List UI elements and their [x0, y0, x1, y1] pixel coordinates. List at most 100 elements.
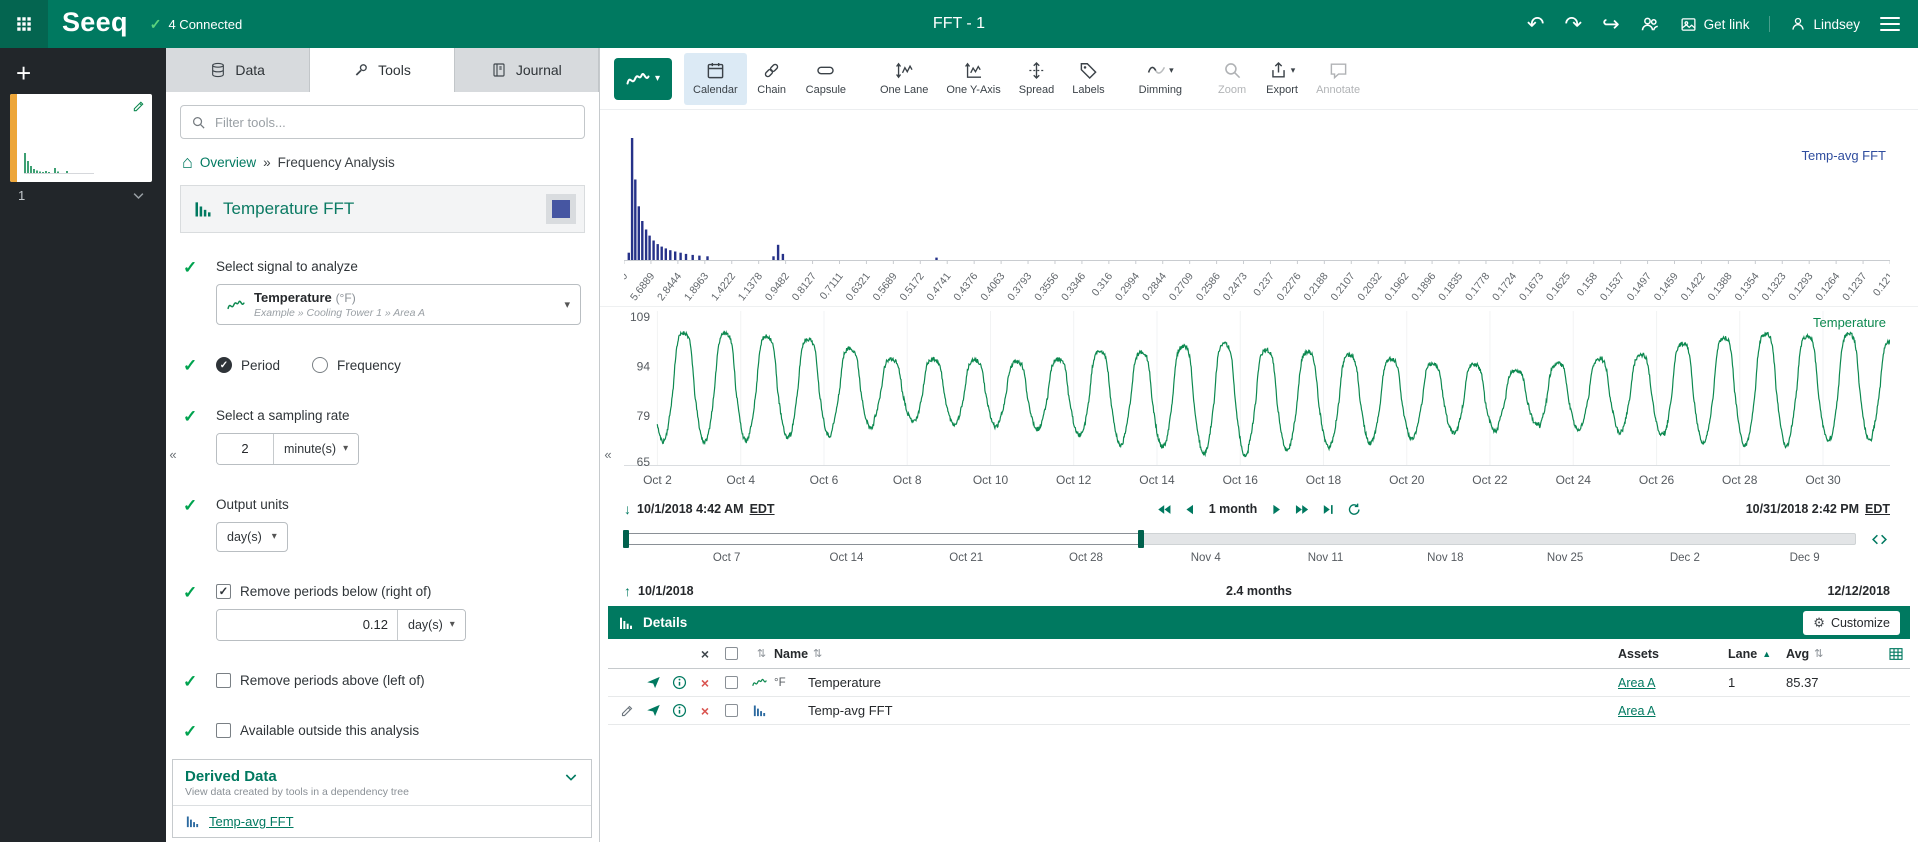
svg-text:0.3556: 0.3556 [1032, 270, 1061, 303]
signal-select-dropdown[interactable]: Temperature (°F) Example » Cooling Tower… [216, 284, 581, 325]
details-row-temp-avg-fft[interactable]: ×Temp-avg FFTArea A [608, 697, 1910, 725]
step-forward-full-icon[interactable] [1294, 502, 1309, 517]
investigate-range-duration: 2.4 months [1226, 584, 1292, 598]
share-icon[interactable]: ↪ [1602, 14, 1620, 35]
toolbar-button-one-lane[interactable]: One Lane [871, 53, 937, 105]
available-outside-checkbox[interactable]: Available outside this analysis [216, 723, 581, 738]
duration-label[interactable]: 1 month [1209, 502, 1258, 516]
step-back-icon[interactable] [1183, 502, 1198, 517]
user-menu[interactable]: Lindsey [1769, 16, 1860, 32]
toolbar-button-label: Annotate [1316, 84, 1360, 96]
column-settings-icon[interactable] [1888, 646, 1904, 662]
undo-icon[interactable]: ↶ [1527, 14, 1545, 35]
toolbar-button-label: Dimming [1139, 84, 1182, 96]
navigate-to-item-icon[interactable] [646, 703, 661, 718]
sampling-unit-select[interactable]: minute(s)▾ [273, 434, 358, 464]
output-units-select[interactable]: day(s)▾ [216, 522, 288, 552]
derived-data-header[interactable]: Derived Data [173, 760, 591, 786]
remove-all-header-icon[interactable]: × [692, 646, 718, 662]
lane-column-header[interactable]: Lane▲ [1728, 647, 1786, 661]
fft-lane[interactable]: 05.68892.84441.89631.42221.13780.94820.8… [600, 110, 1918, 306]
time-scrubber-selection[interactable] [625, 533, 1142, 545]
customize-label: Customize [1831, 616, 1890, 630]
asset-link[interactable]: Area A [1618, 676, 1656, 690]
timezone-link-start[interactable]: EDT [750, 502, 775, 516]
breadcrumb-overview-link[interactable]: Overview [200, 155, 256, 170]
item-info-icon[interactable] [672, 675, 687, 690]
toolbar-button-one-y-axis[interactable]: One Y-Axis [937, 53, 1009, 105]
step-forward-icon[interactable] [1268, 502, 1283, 517]
sort-name-icon[interactable]: ⇅ [813, 647, 822, 660]
new-worksheet-button[interactable]: + [16, 60, 42, 86]
remove-item-icon[interactable]: × [701, 704, 709, 718]
chart-type-button[interactable]: ▾ [614, 58, 672, 100]
scrubber-right-handle[interactable] [1138, 530, 1144, 548]
chevron-down-icon[interactable] [563, 769, 579, 785]
temperature-lane[interactable]: Oct 2Oct 4Oct 6Oct 8Oct 10Oct 12Oct 14Oc… [600, 306, 1918, 492]
caret-down-icon: ▾ [1169, 65, 1174, 76]
tab-data[interactable]: Data [166, 48, 310, 92]
details-row-temperature[interactable]: ×°FTemperatureArea A185.37 [608, 669, 1910, 697]
remove-above-checkbox[interactable]: Remove periods above (left of) [216, 673, 581, 688]
select-item-checkbox[interactable] [725, 704, 738, 717]
time-scrubber-track[interactable] [624, 533, 1856, 545]
item-info-icon[interactable] [672, 703, 687, 718]
toolbar-button-calendar[interactable]: Calendar [684, 53, 747, 105]
assets-column-header[interactable]: Assets [1618, 647, 1728, 661]
tab-tools[interactable]: Tools [310, 48, 454, 92]
sampling-rate-input[interactable] [217, 434, 273, 464]
remove-below-section: ✓ ✓ Remove periods below (right of) day(… [180, 584, 585, 641]
remove-below-unit-select[interactable]: day(s)▾ [397, 610, 465, 640]
toolbar-button-spread[interactable]: Spread [1010, 53, 1063, 105]
name-column-header[interactable]: Name [774, 647, 808, 661]
derived-item-link[interactable]: Temp-avg FFT [209, 814, 294, 829]
home-icon[interactable]: ⌂ [182, 153, 193, 171]
users-icon[interactable] [1640, 14, 1660, 34]
toolbar-button-labels[interactable]: Labels [1063, 53, 1113, 105]
fft-chart[interactable]: 05.68892.84441.89631.42221.13780.94820.8… [624, 110, 1890, 306]
connection-status[interactable]: ✓ 4 Connected [150, 16, 242, 33]
app-launcher-button[interactable] [0, 0, 48, 48]
svg-text:Oct 22: Oct 22 [1472, 473, 1508, 487]
timezone-link-end[interactable]: EDT [1865, 502, 1890, 516]
toolbar-button-dimming[interactable]: ▾ Dimming [1130, 53, 1191, 105]
caret-down-icon: ▾ [564, 298, 570, 311]
navigate-to-item-icon[interactable] [646, 675, 661, 690]
topbar-actions: ↶ ↷ ↪ Get link Lindsey [1527, 14, 1918, 35]
expand-range-icon[interactable] [1871, 531, 1888, 548]
customize-button[interactable]: ⚙ Customize [1803, 611, 1900, 635]
toolbar-button-chain[interactable]: Chain [747, 53, 797, 105]
radio-period[interactable]: ✓ Period [216, 357, 280, 373]
radio-frequency[interactable]: Frequency [312, 357, 401, 373]
sort-type-icon[interactable]: ⇅ [757, 647, 766, 660]
remove-below-input[interactable] [217, 610, 397, 640]
toolbar-button-export[interactable]: ▾Export [1257, 53, 1307, 105]
edit-item-icon[interactable] [620, 703, 635, 718]
collapse-tools-panel-handle[interactable]: « [601, 440, 615, 468]
temperature-chart[interactable]: Oct 2Oct 4Oct 6Oct 8Oct 10Oct 12Oct 14Oc… [624, 307, 1890, 493]
remove-item-icon[interactable]: × [701, 676, 709, 690]
redo-icon[interactable]: ↷ [1564, 14, 1582, 35]
derived-data-item[interactable]: Temp-avg FFT [173, 805, 591, 837]
avg-column-header[interactable]: Avg⇅ [1786, 647, 1858, 661]
step-to-end-icon[interactable] [1320, 502, 1335, 517]
step-back-full-icon[interactable] [1157, 502, 1172, 517]
remove-below-checkbox[interactable]: ✓ Remove periods below (right of) [216, 584, 581, 599]
select-item-checkbox[interactable] [725, 676, 738, 689]
get-link-button[interactable]: Get link [1680, 16, 1750, 33]
filter-tools-input[interactable] [215, 115, 574, 130]
toolbar-button-capsule[interactable]: Capsule [797, 53, 855, 105]
auto-update-icon[interactable] [1346, 502, 1361, 517]
main-menu-button[interactable] [1880, 17, 1900, 32]
collapse-worksheet-sidebar-handle[interactable]: « [166, 440, 180, 468]
color-picker-button[interactable] [546, 194, 576, 224]
asset-link[interactable]: Area A [1618, 704, 1656, 718]
worksheet-menu-chevron-icon[interactable] [131, 188, 146, 203]
worksheet-thumbnail[interactable] [10, 94, 152, 182]
tab-journal[interactable]: Journal [455, 48, 599, 92]
derived-data-panel: Derived Data View data created by tools … [172, 759, 592, 838]
domain-section: ✓ ✓ Period Frequency [180, 357, 585, 376]
select-all-checkbox[interactable] [725, 647, 738, 660]
details-table-body: ×°FTemperatureArea A185.37×Temp-avg FFTA… [608, 669, 1910, 725]
scrubber-left-handle[interactable] [623, 530, 629, 548]
